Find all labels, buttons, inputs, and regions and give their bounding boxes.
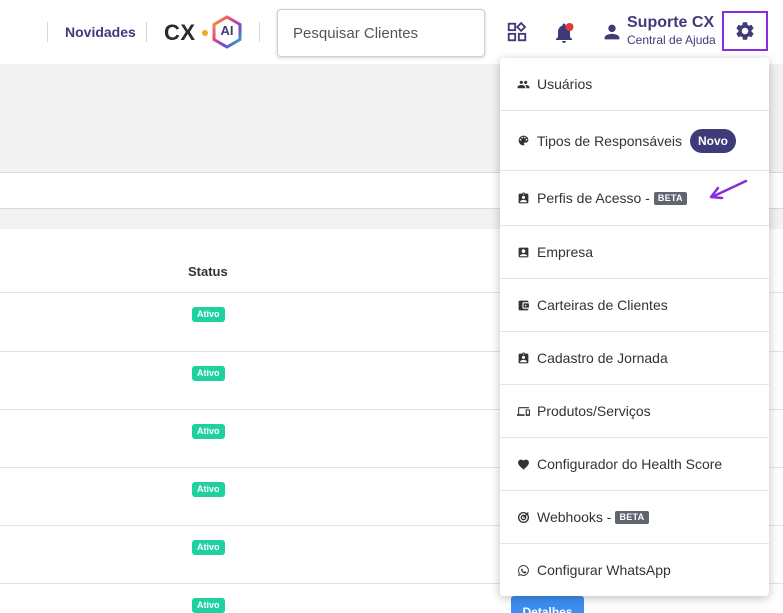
menu-item-configurar-whatsapp[interactable]: Configurar WhatsApp: [500, 544, 769, 596]
person-icon: [604, 24, 620, 40]
devices-icon: [517, 405, 530, 418]
menu-item-label: Webhooks -: [537, 509, 612, 525]
details-button[interactable]: Detalhes: [511, 596, 584, 613]
divider: [259, 22, 260, 42]
menu-item-label: Configurador do Health Score: [537, 456, 723, 472]
settings-button[interactable]: [722, 11, 768, 51]
status-badge: Ativo: [192, 482, 225, 497]
menu-item-webhooks[interactable]: Webhooks - BETA: [500, 491, 769, 544]
clipboard-icon: [517, 352, 530, 365]
user-name[interactable]: Suporte CX: [627, 14, 714, 32]
divider: [47, 22, 48, 42]
menu-item-label: Empresa: [537, 244, 594, 260]
menu-item-label: Perfis de Acesso -: [537, 190, 650, 206]
menu-item-tipos-responsaveis[interactable]: Tipos de Responsáveis Novo: [500, 111, 769, 171]
menu-item-empresa[interactable]: Empresa: [500, 226, 769, 279]
menu-item-label: Configurar WhatsApp: [537, 562, 671, 578]
status-badge: Ativo: [192, 540, 225, 555]
search-input[interactable]: [293, 25, 469, 42]
help-center-link[interactable]: Central de Ajuda: [627, 33, 716, 47]
cx-ai-logo[interactable]: CX AI: [164, 14, 244, 50]
menu-item-label: Carteiras de Clientes: [537, 297, 668, 313]
notifications-button[interactable]: [551, 20, 577, 46]
apps-grid-icon: [507, 21, 527, 42]
users-icon: [517, 78, 530, 91]
menu-item-label: Produtos/Serviços: [537, 403, 651, 419]
status-column-header[interactable]: Status: [188, 264, 228, 279]
annotation-arrow-icon: [709, 179, 748, 200]
apps-button[interactable]: [505, 20, 529, 44]
new-badge: Novo: [690, 128, 737, 153]
status-badge: Ativo: [192, 598, 225, 613]
palette-icon: [517, 134, 530, 147]
user-avatar[interactable]: [600, 20, 624, 44]
gear-icon: [736, 22, 754, 40]
menu-item-produtos-servicos[interactable]: Produtos/Serviços: [500, 385, 769, 438]
menu-item-health-score[interactable]: Configurador do Health Score: [500, 438, 769, 491]
menu-item-carteiras-clientes[interactable]: Carteiras de Clientes: [500, 279, 769, 332]
beta-badge: BETA: [615, 510, 649, 524]
novidades-link[interactable]: Novidades: [65, 24, 136, 40]
divider: [146, 22, 147, 42]
search-box[interactable]: [277, 9, 485, 57]
menu-item-usuarios[interactable]: Usuários: [500, 58, 769, 111]
logo-dot: [202, 30, 208, 36]
status-badge: Ativo: [192, 307, 225, 322]
menu-item-label: Usuários: [537, 76, 593, 92]
bell-icon: [556, 23, 574, 43]
menu-item-label: Tipos de Responsáveis: [537, 132, 683, 149]
logo-cx-text: CX: [164, 20, 196, 45]
logo-ai-text: AI: [220, 23, 234, 38]
badge-icon: [517, 192, 530, 205]
contact-icon: [517, 246, 530, 259]
whatsapp-icon: [517, 564, 530, 577]
wallet-icon: [517, 299, 530, 312]
settings-menu: Usuários Tipos de Responsáveis Novo Perf…: [500, 58, 769, 596]
menu-item-label: Cadastro de Jornada: [537, 350, 668, 366]
heart-icon: [517, 458, 530, 471]
status-badge: Ativo: [192, 424, 225, 439]
top-bar: Novidades CX AI Pesquisar Clientes Supor…: [0, 0, 783, 64]
webhook-icon: [517, 511, 530, 524]
status-badge: Ativo: [192, 366, 225, 381]
beta-badge: BETA: [653, 191, 687, 205]
menu-item-cadastro-jornada[interactable]: Cadastro de Jornada: [500, 332, 769, 385]
